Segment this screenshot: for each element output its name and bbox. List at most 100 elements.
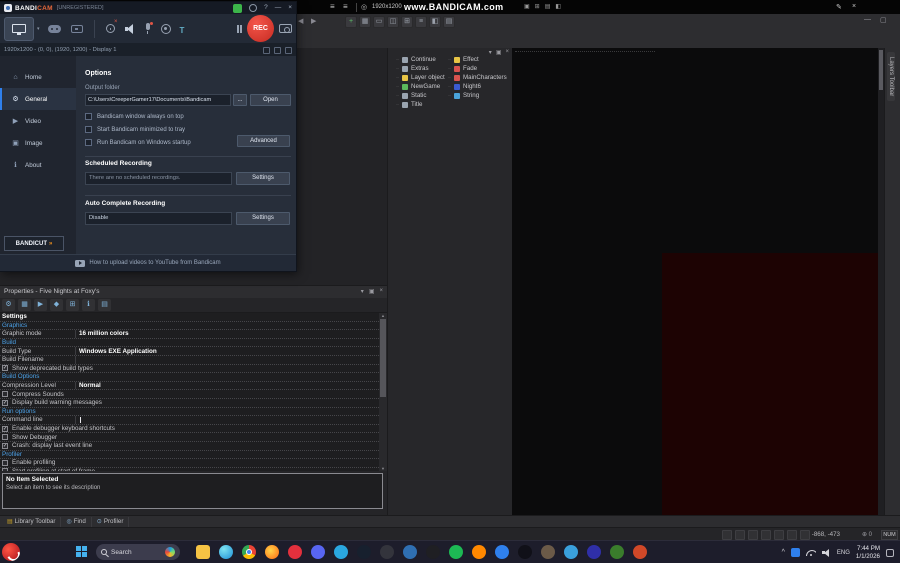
scrollbar-thumb[interactable] [380, 319, 386, 397]
property-value[interactable] [76, 416, 81, 423]
property-checkbox[interactable]: ✓ [2, 425, 8, 432]
update-icon[interactable] [249, 4, 258, 12]
sidebar-item-about[interactable]: ℹ About [0, 154, 76, 176]
tray-overflow-icon[interactable]: ^ [782, 549, 785, 556]
minimize-icon[interactable]: — [275, 3, 282, 13]
property-value[interactable]: Normal [76, 382, 101, 389]
property-checkbox[interactable] [2, 434, 8, 441]
advanced-button[interactable]: Advanced [237, 135, 290, 147]
speaker-icon[interactable] [124, 23, 135, 34]
steam-icon[interactable] [357, 545, 371, 559]
telegram-icon[interactable] [334, 545, 348, 559]
property-checkbox[interactable] [2, 391, 8, 398]
menu-icon-2[interactable]: ≡ [343, 2, 348, 11]
frame-area[interactable] [662, 253, 878, 515]
tab-profiler[interactable]: ⊙ Profiler [92, 516, 130, 527]
text-overlay-icon[interactable] [180, 20, 188, 38]
status-tool-icon-2[interactable] [735, 529, 745, 540]
checkbox[interactable] [85, 126, 92, 133]
sidebar-item-video[interactable]: ▶ Video [0, 110, 76, 132]
tray-app-icon[interactable] [790, 548, 800, 557]
footer-help-link[interactable]: How to upload videos to YouTube from Ban… [89, 260, 220, 266]
tab-library-toolbar[interactable]: ▤ Library Toolbar [2, 516, 62, 527]
workspace-item[interactable]: ┄ Fade [448, 64, 507, 73]
window-icon[interactable]: ▦ [18, 299, 31, 311]
pause-icon[interactable] [236, 24, 242, 33]
property-checkbox[interactable]: ✓ [2, 399, 8, 406]
close-icon[interactable]: × [288, 3, 292, 13]
draw-pencil-icon[interactable]: ✎ [836, 3, 842, 11]
checkbox[interactable] [85, 113, 92, 120]
workspace-item[interactable]: ┄ Extras [396, 64, 445, 73]
webcam-icon[interactable] [160, 23, 171, 34]
file-explorer-icon[interactable] [196, 545, 210, 559]
status-tool-icon-6[interactable] [787, 529, 797, 540]
vs-code-icon[interactable] [495, 545, 509, 559]
bandicam-icon[interactable] [403, 545, 417, 559]
workspace-item[interactable]: ┄ Effect [448, 55, 507, 64]
firefox-icon[interactable] [265, 545, 279, 559]
language-indicator[interactable]: ENG [837, 550, 850, 556]
status-tool-icon-7[interactable] [800, 529, 810, 540]
status-tool-icon-5[interactable] [774, 529, 784, 540]
runtime-icon[interactable]: ▶ [34, 299, 47, 311]
screen-recording-mode-button[interactable] [4, 16, 34, 41]
settings-icon[interactable]: ⚙ [2, 299, 15, 311]
sidebar-item-general[interactable]: ⚙ General [0, 88, 76, 110]
events-icon[interactable]: ⊞ [66, 299, 79, 311]
status-tool-icon-3[interactable] [748, 529, 758, 540]
undo-icon[interactable] [285, 46, 292, 54]
property-checkbox[interactable] [2, 468, 8, 471]
list-icon[interactable]: ≡ [415, 16, 427, 28]
overlay-tool-icon-2[interactable]: ⊞ [535, 3, 540, 10]
discord-icon[interactable] [311, 545, 325, 559]
workspace-item[interactable]: ┄ Layer object [396, 73, 445, 82]
values-icon[interactable]: ◆ [50, 299, 63, 311]
property-checkbox[interactable]: ✓ [2, 365, 8, 372]
help-icon[interactable]: ? [264, 3, 268, 13]
search-box[interactable]: Search [96, 544, 180, 560]
fusion-icon[interactable] [633, 545, 647, 559]
vlc-icon[interactable] [472, 545, 486, 559]
frame-editor-canvas[interactable] [512, 48, 878, 515]
nav-forward-icon[interactable]: ▶ [311, 17, 316, 25]
properties-panel-icon-3[interactable]: × [379, 288, 383, 295]
gimp-icon[interactable] [541, 545, 555, 559]
chrome-icon[interactable] [242, 545, 256, 559]
status-tool-icon-4[interactable] [761, 529, 771, 540]
notification-icon[interactable] [886, 548, 894, 557]
wifi-icon[interactable] [805, 549, 816, 556]
mode-dropdown-icon[interactable] [37, 26, 40, 32]
windows-icon[interactable] [274, 46, 281, 54]
split-icon[interactable]: ◫ [387, 16, 399, 28]
rows-icon[interactable]: ▤ [443, 16, 455, 28]
spotify-icon[interactable] [449, 545, 463, 559]
layers-toolbar-tab[interactable]: Layers Toolbar [887, 52, 895, 102]
minecraft-icon[interactable] [610, 545, 624, 559]
promo-icon[interactable] [233, 3, 243, 13]
scrollbar-thumb[interactable] [879, 50, 883, 90]
tab-find[interactable]: ◎ Find [61, 516, 92, 527]
scroll-down-icon[interactable] [379, 466, 387, 471]
bandicut-banner[interactable]: BANDICUT » [4, 236, 64, 251]
device-recording-mode-icon[interactable] [70, 24, 83, 33]
property-category[interactable]: Graphics [0, 322, 27, 329]
property-category[interactable]: Profiler [0, 451, 22, 458]
properties-panel-icon-2[interactable]: ▣ [369, 288, 375, 295]
status-tool-icon-1[interactable] [722, 529, 732, 540]
window-minimize-icon[interactable]: — [864, 16, 871, 23]
overlay-tool-icon-4[interactable]: ◧ [555, 3, 561, 10]
panel-icon[interactable]: ◧ [429, 16, 441, 28]
zoom-icon[interactable]: ⊕ [862, 532, 867, 538]
game-recording-mode-icon[interactable] [47, 24, 61, 33]
open-button[interactable]: Open [250, 94, 291, 106]
paint-icon[interactable] [564, 545, 578, 559]
mouse-target-icon[interactable] [105, 19, 118, 33]
checkbox[interactable] [85, 139, 92, 146]
snapshot-icon[interactable] [263, 46, 270, 54]
workspace-item[interactable]: ┄ String [448, 91, 507, 100]
overlay-tool-icon-3[interactable]: ▤ [545, 3, 551, 10]
volume-icon[interactable] [821, 548, 831, 557]
property-value[interactable]: 16 million colors [76, 330, 129, 337]
workspace-item[interactable]: ┄ MainCharacters [448, 73, 507, 82]
